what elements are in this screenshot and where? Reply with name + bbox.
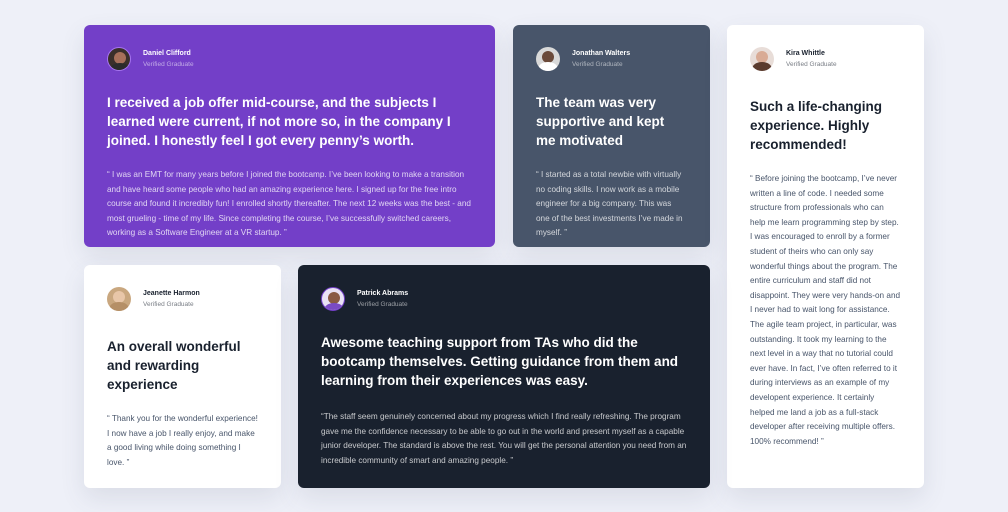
testimonial-headline: An overall wonderful and rewarding exper… [107, 339, 241, 392]
testimonial-headline: Awesome teaching support from TAs who di… [321, 335, 679, 388]
author-name: Patrick Abrams [357, 289, 409, 297]
testimonial-quote: “ Thank you for the wonderful experience… [107, 414, 258, 467]
profile: Jonathan Walters Verified Graduate [536, 47, 687, 71]
avatar [536, 47, 560, 71]
profile: Jeanette Harmon Verified Graduate [107, 287, 258, 311]
author-name: Kira Whittle [786, 49, 825, 57]
testimonial-card-jeanette: Jeanette Harmon Verified Graduate An ove… [84, 265, 281, 488]
author-status: Verified Graduate [143, 60, 194, 68]
author-status: Verified Graduate [572, 60, 623, 68]
profile: Patrick Abrams Verified Graduate [321, 287, 687, 311]
testimonial-quote: “The staff seem genuinely concerned abou… [321, 412, 687, 465]
testimonial-card-patrick: Patrick Abrams Verified Graduate Awesome… [298, 265, 710, 488]
author-status: Verified Graduate [786, 60, 837, 68]
author-status: Verified Graduate [143, 300, 194, 308]
testimonial-headline: I received a job offer mid-course, and t… [107, 95, 451, 148]
testimonial-quote: “ I was an EMT for many years before I j… [107, 170, 471, 238]
author-status: Verified Graduate [357, 300, 408, 308]
testimonial-headline: The team was very supportive and kept me… [536, 95, 665, 148]
author-name: Jonathan Walters [572, 49, 631, 57]
testimonial-card-daniel: Daniel Clifford Verified Graduate I rece… [84, 25, 495, 247]
avatar [107, 287, 131, 311]
author-name: Daniel Clifford [143, 49, 191, 57]
avatar [750, 47, 774, 71]
testimonial-card-kira: Kira Whittle Verified Graduate Such a li… [727, 25, 924, 488]
testimonial-card-jonathan: Jonathan Walters Verified Graduate The t… [513, 25, 710, 247]
profile: Kira Whittle Verified Graduate [750, 47, 901, 71]
testimonial-quote: “ I started as a total newbie with virtu… [536, 170, 683, 238]
avatar [321, 287, 345, 311]
testimonial-quote: “ Before joining the bootcamp, I’ve neve… [750, 174, 901, 446]
author-name: Jeanette Harmon [143, 289, 200, 297]
profile: Daniel Clifford Verified Graduate [107, 47, 472, 71]
avatar [107, 47, 131, 71]
testimonial-headline: Such a life-changing experience. Highly … [750, 99, 883, 152]
